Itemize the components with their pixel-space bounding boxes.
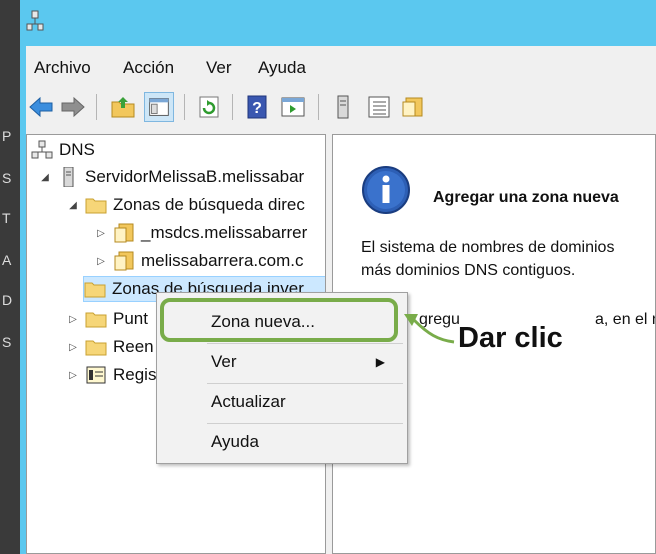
- up-folder-icon[interactable]: [108, 92, 138, 122]
- tree-node-server[interactable]: ◢ ServidorMelissaB.melissabar: [39, 164, 304, 190]
- tree-label: Zonas de búsqueda direc: [113, 195, 305, 214]
- tree-label: _msdcs.melissabarrer: [141, 223, 308, 242]
- menu-item-actualizar[interactable]: Actualizar: [167, 385, 399, 419]
- collapse-arrow-icon[interactable]: ◢: [67, 200, 79, 211]
- menu-bar: Archivo Acción Ver Ayuda: [26, 54, 656, 82]
- expand-arrow-icon[interactable]: ▷: [95, 256, 107, 267]
- folder-icon: [85, 198, 107, 214]
- expand-arrow-icon[interactable]: ▷: [67, 370, 79, 381]
- wizard-title: Agregar una zona nueva: [433, 189, 619, 206]
- toolbar-separator: [318, 94, 319, 120]
- tree-node-logs[interactable]: ▷ Regis: [67, 362, 156, 388]
- list-view-icon[interactable]: [364, 92, 394, 122]
- tree-node-forward-zones[interactable]: ◢ Zonas de búsqueda direc: [67, 192, 305, 218]
- menu-item-ver[interactable]: Ver ▶: [167, 345, 399, 379]
- menu-separator: [207, 423, 403, 424]
- tree-label: Regis: [113, 365, 157, 384]
- info-icon: [362, 166, 410, 214]
- tree-label: ServidorMelissaB.melissabar: [85, 167, 305, 186]
- server-node-icon: [63, 167, 74, 187]
- folder-icon: [85, 312, 107, 328]
- title-bar[interactable]: [20, 0, 656, 46]
- zone-icon: [114, 251, 134, 271]
- menu-separator: [207, 383, 403, 384]
- show-console-tree-icon[interactable]: [144, 92, 174, 122]
- tree-node-domain[interactable]: ▷ melissabarrera.com.c: [95, 248, 304, 274]
- dns-manager-window: Archivo Acción Ver Ayuda ? DNS ◢ Servido…: [20, 0, 656, 554]
- refresh-icon[interactable]: [194, 92, 224, 122]
- submenu-arrow-icon: ▶: [375, 355, 385, 369]
- menu-ayuda[interactable]: Ayuda: [258, 58, 306, 78]
- help-icon[interactable]: ?: [242, 92, 272, 122]
- expand-arrow-icon[interactable]: ▷: [67, 314, 79, 325]
- expand-arrow-icon[interactable]: ▷: [95, 228, 107, 239]
- toolbar-separator: [96, 94, 97, 120]
- annotation-highlight-box: [160, 298, 398, 342]
- menu-ver[interactable]: Ver: [206, 58, 232, 78]
- desktop-background: P S T A D S: [0, 0, 20, 554]
- wizard-description: a, en el n: [595, 311, 656, 328]
- menu-item-ayuda[interactable]: Ayuda: [167, 425, 399, 459]
- tree-label: Reen: [113, 337, 154, 356]
- toolbar-separator: [232, 94, 233, 120]
- tree-node-msdcs[interactable]: ▷ _msdcs.melissabarrer: [95, 220, 307, 246]
- back-arrow-icon[interactable]: [26, 92, 56, 122]
- toolbar-separator: [184, 94, 185, 120]
- tree-node-dns[interactable]: DNS: [31, 137, 95, 163]
- show-action-pane-icon[interactable]: [278, 92, 308, 122]
- menu-archivo[interactable]: Archivo: [34, 58, 91, 78]
- folder-icon: [84, 282, 106, 298]
- svg-text:?: ?: [252, 100, 262, 117]
- toolbar: ?: [26, 88, 656, 128]
- tree-label: Punt: [113, 309, 148, 328]
- expand-arrow-icon[interactable]: ▷: [67, 342, 79, 353]
- zone-icon: [114, 223, 134, 243]
- wizard-description: más dominios DNS contiguos.: [361, 262, 576, 279]
- tree-label: melissabarrera.com.c: [141, 251, 304, 270]
- tree-label: DNS: [59, 140, 95, 159]
- server-icon[interactable]: [328, 92, 358, 122]
- collapse-arrow-icon[interactable]: ◢: [39, 172, 51, 183]
- menu-accion[interactable]: Acción: [123, 58, 174, 78]
- annotation-label: Dar clic: [458, 322, 563, 354]
- zone-folder-icon[interactable]: [398, 92, 428, 122]
- tree-node-trust-points[interactable]: ▷ Punt: [67, 306, 148, 332]
- menu-separator: [207, 343, 403, 344]
- dns-app-icon: [26, 10, 44, 31]
- tree-node-forwarders[interactable]: ▷ Reen: [67, 334, 154, 360]
- wizard-description: El sistema de nombres de dominios: [361, 239, 615, 256]
- folder-icon: [85, 340, 107, 356]
- dns-node-icon: [31, 140, 53, 159]
- forward-arrow-icon[interactable]: [58, 92, 88, 122]
- event-log-icon: [86, 366, 106, 384]
